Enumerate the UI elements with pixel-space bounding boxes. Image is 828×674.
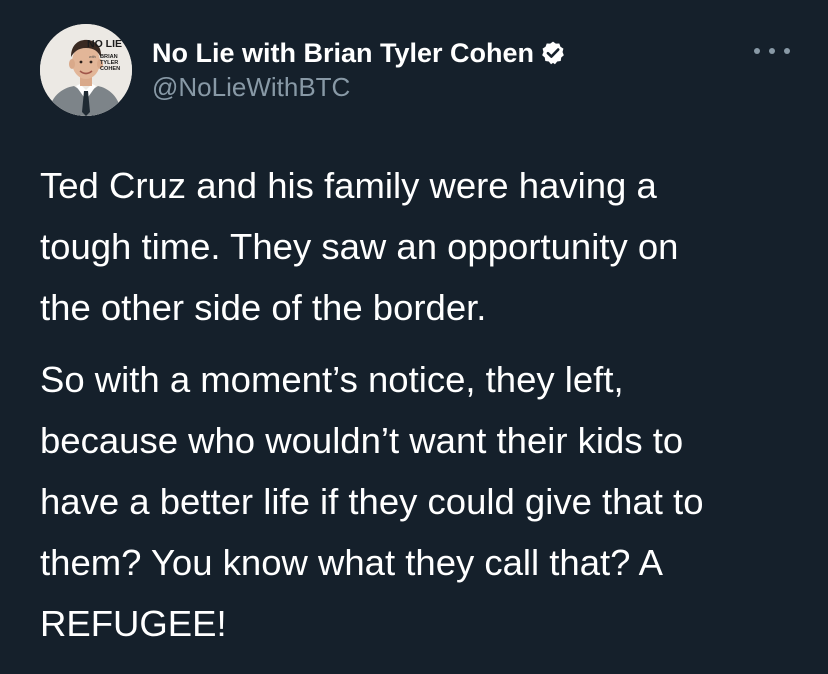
tweet-line: because who wouldn’t want their kids to [40, 420, 684, 461]
tweet-line: them? You know what they call that? A [40, 542, 663, 583]
more-options-icon[interactable] [754, 38, 790, 64]
more-dot [769, 48, 775, 54]
more-dot [784, 48, 790, 54]
avatar-logo-line-3: COHEN [100, 66, 120, 72]
tweet-line: the other side of the border. [40, 287, 487, 328]
verified-badge-icon [540, 40, 566, 66]
avatar-logo-title: NO LIE [87, 38, 122, 50]
tweet-line: So with a moment’s notice, they left, [40, 359, 624, 400]
avatar-image: NO LIE with BRIAN TYLER COHEN [40, 24, 132, 116]
tweet-line: REFUGEE! [40, 603, 227, 644]
more-dot [754, 48, 760, 54]
author-avatar[interactable]: NO LIE with BRIAN TYLER COHEN [40, 24, 132, 116]
author-name-row: No Lie with Brian Tyler Cohen [152, 36, 566, 70]
tweet-paragraph-2: So with a moment’s notice, they left, be… [40, 349, 800, 654]
avatar-logo-with: with [89, 55, 96, 59]
author-name[interactable]: No Lie with Brian Tyler Cohen [152, 38, 534, 69]
tweet-card: NO LIE with BRIAN TYLER COHEN No Lie wit… [0, 0, 828, 674]
author-handle[interactable]: @NoLieWithBTC [152, 72, 350, 103]
tweet-line: tough time. They saw an opportunity on [40, 226, 679, 267]
tweet-line: have a better life if they could give th… [40, 481, 704, 522]
tweet-paragraph-1: Ted Cruz and his family were having a to… [40, 155, 800, 338]
tweet-line: Ted Cruz and his family were having a [40, 165, 657, 206]
